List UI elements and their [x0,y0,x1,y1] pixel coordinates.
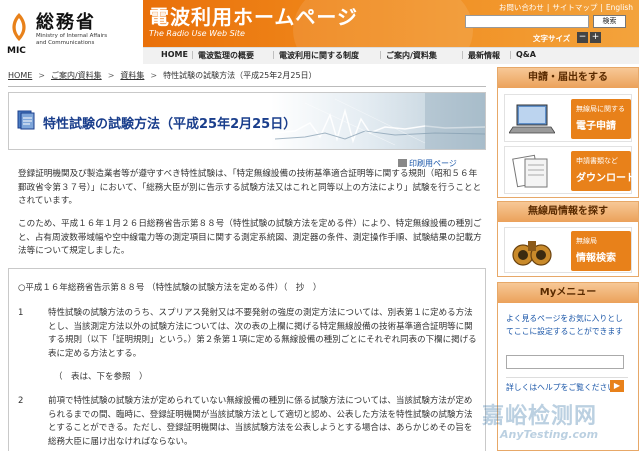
e-application-card[interactable]: 無線局に関する 電子申請 [504,94,632,142]
site-subtitle: The Radio Use Web Site [149,29,245,38]
main-nav: HOME | 電波監理の概要 | 電波利用に関する制度 | ご案内/資料集 | … [143,47,639,64]
nav-qa[interactable]: Q&A [516,50,536,59]
search-button[interactable]: 検索 [593,15,626,28]
print-page-label: 印刷用ページ [409,159,457,168]
ministry-name: 総務省 [36,12,96,33]
utility-links: お問い合わせ | サイトマップ | English [498,3,633,12]
waveform-graphic-icon [275,93,485,149]
ministry-name-en: Ministry of Internal Affairs [36,33,108,39]
arrow-right-icon[interactable]: ▶ [610,380,624,392]
station-info-small-label: 無線局 [576,237,597,245]
font-size-decrease-button[interactable]: − [577,32,588,43]
breadcrumb-guide[interactable]: ご案内/資料集 [51,71,102,80]
notice-item-1-text: 特性試験の試験方法のうち、スプリアス発射又は不要発射の強度の測定方法については、… [48,308,477,359]
font-size-increase-button[interactable]: + [590,32,601,43]
my-menu-title: Myメニュー [498,283,638,303]
laptop-icon [509,104,555,134]
station-search-title: 無線局情報を探す [498,202,638,222]
binoculars-icon [512,241,552,266]
contact-link[interactable]: お問い合わせ [499,3,544,12]
english-link[interactable]: English [606,3,633,12]
nav-home[interactable]: HOME [161,50,188,59]
notice-item-2-text: 前項で特性試験の試験方法が定められていない無線設備の種別に係る試験方法については… [48,396,473,447]
breadcrumb-materials[interactable]: 資料集 [120,71,144,80]
site-header: 総務省 Ministry of Internal Affairs and Com… [0,0,639,90]
watermark-logo-en: AnyTesting.com [500,428,599,441]
site-title[interactable]: 電波利用ホームページ [149,1,358,30]
watermark-logo: 嘉峪检测网 [482,404,598,429]
e-application-small-label: 無線局に関する [576,105,625,113]
breadcrumb-current: 特性試験の試験方法（平成25年2月25日） [163,71,317,80]
nav-guide-materials[interactable]: ご案内/資料集 [386,50,437,61]
document-icon [17,110,35,130]
ministry-emblem-icon [12,13,26,41]
notice-item-1-number: 1 [18,308,24,318]
breadcrumb-divider [8,86,486,87]
e-application-label: 電子申請 [576,121,616,132]
station-info-card[interactable]: 無線局 情報検索 [504,227,632,273]
notice-heading: ○平成１６年総務省告示第８８号 （特性試験の試験方法を定める件）（ 抄 ） [18,283,322,293]
intro-paragraph-1: 登録証明機関及び製造業者等が遵守すべき特性試験は、「特定無線設備の技術基準適合証… [18,169,482,206]
my-menu-box[interactable] [506,355,624,369]
download-label: ダウンロード [576,173,636,184]
notice-item-2: 2 前項で特性試験の試験方法が定められていない無線設備の種別に係る試験方法につい… [18,395,478,449]
printer-icon [398,159,407,167]
download-button[interactable]: 申請書類など ダウンロード [571,151,636,191]
intro-paragraph-2: このため、平成１６年１月２６日総務省告示第８８号（特性試験の試験方法を定める件）… [18,219,482,256]
nav-radio-system[interactable]: 電波利用に関する制度 [279,50,359,61]
my-menu-divider [506,377,628,378]
download-small-label: 申請書類など [576,157,618,165]
help-link[interactable]: 詳しくはヘルプをご覧ください [506,382,615,393]
nav-latest-news[interactable]: 最新情報 [468,50,500,61]
page-title: 特性試験の試験方法（平成25年2月25日） [43,117,297,132]
station-info-label: 情報検索 [576,253,616,264]
documents-icon [512,154,548,188]
ministry-name-en-2: and Communications [36,40,95,46]
breadcrumb-home[interactable]: HOME [8,71,32,80]
my-menu-description: よく見るページをお気に入りとしてここに設定することができます [506,314,623,336]
apply-panel: 申請・届出をする 無線局に関する 電子申請 申請書類など ダウンロード [497,67,639,198]
font-size-label: 文字サイズ [533,34,571,43]
apply-panel-title: 申請・届出をする [498,68,638,88]
nav-radio-overview[interactable]: 電波監理の概要 [198,50,254,61]
ministry-logo[interactable]: 総務省 Ministry of Internal Affairs and Com… [0,0,143,64]
ministry-abbr: MIC [7,46,26,56]
search-input[interactable] [465,15,589,28]
station-search-panel: 無線局情報を探す 無線局 情報検索 [497,201,639,277]
notice-excerpt-box: ○平成１６年総務省告示第８８号 （特性試験の試験方法を定める件）（ 抄 ） 1 … [8,268,486,451]
notice-item-2-number: 2 [18,396,24,406]
page-title-banner: 特性試験の試験方法（平成25年2月25日） [8,92,486,150]
download-card[interactable]: 申請書類など ダウンロード [504,146,636,194]
station-info-button[interactable]: 無線局 情報検索 [571,231,631,271]
breadcrumb: HOME > ご案内/資料集 > 資料集 > 特性試験の試験方法（平成25年2月25日） [8,71,317,80]
e-application-button[interactable]: 無線局に関する 電子申請 [571,99,631,139]
notice-table-note: （ 表は、下を参照 ） [54,372,148,382]
notice-item-1: 1 特性試験の試験方法のうち、スプリアス発射又は不要発射の強度の測定方法について… [18,307,478,361]
sitemap-link[interactable]: サイトマップ [552,3,597,12]
